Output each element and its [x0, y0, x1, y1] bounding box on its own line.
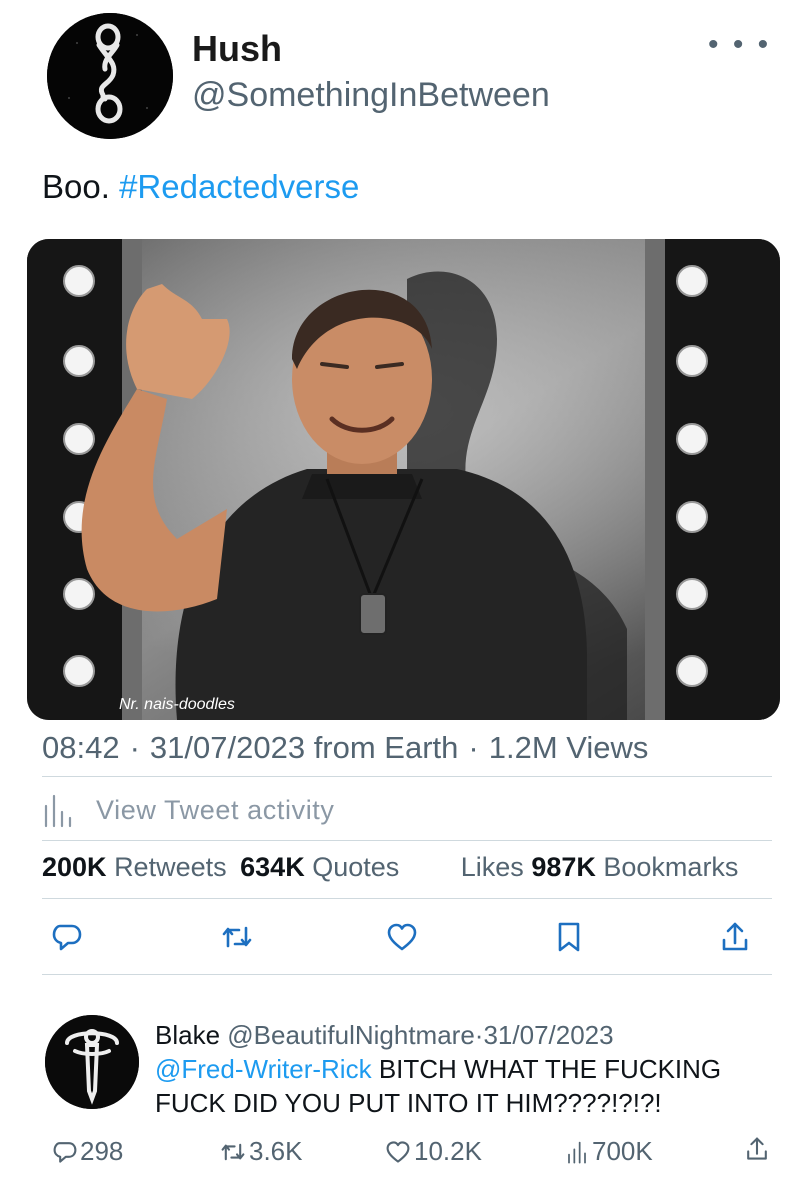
- tweet-date[interactable]: 31/07/2023: [150, 730, 305, 765]
- tweet-meta: 08:42 · 31/07/2023 from Earth · 1.2M Views: [42, 730, 648, 766]
- reply-share-button[interactable]: [745, 1136, 769, 1162]
- illustration-image: Nr. nais-doodles: [27, 239, 780, 720]
- reply-button[interactable]: [42, 912, 92, 962]
- retweets-label[interactable]: Retweets: [114, 852, 227, 882]
- like-icon: [386, 1140, 410, 1163]
- retweets-count[interactable]: 200K: [42, 852, 107, 882]
- reply-header: Blake @BeautifulNightmare·31/07/2023: [155, 1020, 614, 1051]
- reply-author-handle[interactable]: @BeautifulNightmare: [227, 1020, 475, 1050]
- tweet-source: from Earth: [313, 730, 459, 765]
- reply-retweets-count: 3.6K: [249, 1136, 303, 1166]
- reply-icon: [53, 1141, 77, 1163]
- reply-like-button[interactable]: 10.2K: [385, 1136, 482, 1167]
- bookmarks-count[interactable]: 987K: [531, 852, 596, 882]
- author-handle[interactable]: @SomethingInBetween: [192, 76, 550, 115]
- watermark-text: Nr. nais-doodles: [119, 696, 235, 713]
- like-button[interactable]: [377, 912, 427, 962]
- reply-views-button[interactable]: 700K: [565, 1136, 653, 1167]
- meta-separator: ·: [468, 730, 479, 765]
- tweet-views: 1.2M Views: [488, 730, 649, 765]
- reply-text: @Fred-Writer-Rick BITCH WHAT THE FUCKING…: [155, 1052, 775, 1120]
- analytics-icon: [568, 1141, 586, 1164]
- reply-icon: [52, 924, 82, 951]
- infinity-logo-icon: [47, 13, 173, 139]
- reply-likes-count: 10.2K: [414, 1136, 482, 1166]
- reply-action-bar: 298 3.6K 10.2K 700K: [45, 1136, 775, 1176]
- reply-author-avatar[interactable]: [45, 1015, 139, 1109]
- reply-mention-link[interactable]: @Fred-Writer-Rick: [155, 1054, 372, 1084]
- hashtag-link[interactable]: #Redactedverse: [119, 168, 359, 205]
- author-avatar[interactable]: [47, 13, 173, 139]
- reply-reply-button[interactable]: 298: [53, 1136, 123, 1167]
- tweet-text: Boo. #Redactedverse: [42, 168, 359, 206]
- reply-retweet-button[interactable]: 3.6K: [220, 1136, 303, 1167]
- like-icon: [387, 923, 417, 951]
- bookmark-button[interactable]: [544, 912, 594, 962]
- quotes-label[interactable]: Quotes: [312, 852, 399, 882]
- activity-label: View Tweet activity: [96, 794, 335, 825]
- meta-separator: ·: [129, 730, 140, 765]
- retweet-button[interactable]: [212, 912, 262, 962]
- retweet-icon: [221, 1143, 245, 1160]
- bookmark-icon: [558, 922, 580, 952]
- tweet-action-bar: [42, 912, 762, 962]
- tweet-stats: 200K Retweets 634K Quotes Likes 987K Boo…: [42, 852, 738, 883]
- view-activity-button[interactable]: View Tweet activity: [42, 790, 335, 830]
- share-button[interactable]: [710, 912, 760, 962]
- more-options-icon[interactable]: • • •: [708, 28, 771, 62]
- reply-author-name[interactable]: Blake: [155, 1020, 220, 1050]
- quotes-count[interactable]: 634K: [240, 852, 305, 882]
- divider: [42, 898, 772, 899]
- retweet-icon: [222, 926, 252, 948]
- share-icon: [747, 1137, 767, 1160]
- reply-date[interactable]: 31/07/2023: [483, 1020, 613, 1050]
- reply-views-count: 700K: [592, 1136, 653, 1166]
- analytics-icon: [44, 794, 72, 828]
- divider: [42, 840, 772, 841]
- author-name[interactable]: Hush: [192, 28, 282, 70]
- dagger-logo-icon: [45, 1015, 139, 1109]
- divider: [42, 974, 772, 975]
- bookmarks-label[interactable]: Bookmarks: [603, 852, 738, 882]
- tweet-body: Boo.: [42, 168, 110, 205]
- reply-replies-count: 298: [80, 1136, 124, 1166]
- divider: [42, 776, 772, 777]
- likes-label[interactable]: Likes: [461, 852, 524, 882]
- share-icon: [722, 922, 748, 951]
- tweet-time[interactable]: 08:42: [42, 730, 120, 765]
- tweet-media-image[interactable]: Nr. nais-doodles: [27, 239, 780, 720]
